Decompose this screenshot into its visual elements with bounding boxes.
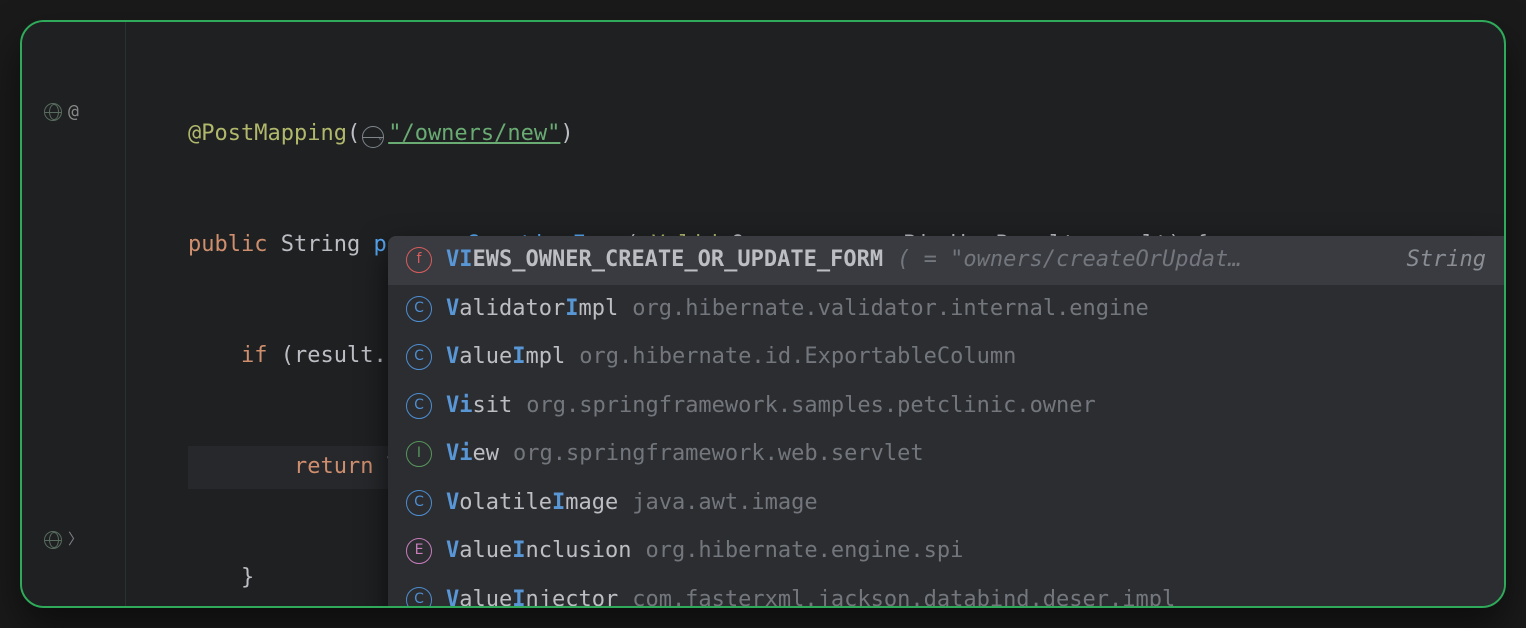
annotation: @PostMapping (188, 117, 347, 151)
item-name: ValueInjector (446, 583, 618, 608)
gutter-marker-row1[interactable]: @ (44, 98, 79, 126)
enum-icon: E (406, 538, 432, 564)
item-name: VIEWS_OWNER_CREATE_OR_UPDATE_FORM (446, 243, 883, 277)
autocomplete-popup[interactable]: f VIEWS_OWNER_CREATE_OR_UPDATE_FORM ( = … (388, 236, 1504, 608)
autocomplete-item[interactable]: C ValueImpl org.hibernate.id.ExportableC… (388, 333, 1504, 382)
class-icon: C (406, 344, 432, 370)
item-detail: org.hibernate.id.ExportableColumn (579, 340, 1486, 374)
gutter-marker-row2[interactable]: 〉 (44, 528, 83, 551)
autocomplete-item[interactable]: f VIEWS_OWNER_CREATE_OR_UPDATE_FORM ( = … (388, 236, 1504, 285)
autocomplete-item[interactable]: C ValidatorImpl org.hibernate.validator.… (388, 285, 1504, 334)
item-name: VolatileImage (446, 486, 618, 520)
gutter: @ 〉 (22, 22, 126, 606)
item-type: String (1387, 243, 1486, 277)
item-name: ValueInclusion (446, 534, 631, 568)
item-detail: org.hibernate.validator.internal.engine (632, 292, 1486, 326)
item-detail: com.fasterxml.jackson.databind.deser.imp… (632, 583, 1486, 608)
autocomplete-item[interactable]: I View org.springframework.web.servlet (388, 430, 1504, 479)
field-icon: f (406, 247, 432, 273)
item-detail: ( = "owners/createOrUpdat… (897, 243, 1372, 277)
class-icon: C (406, 296, 432, 322)
string-literal: "/owners/new" (388, 117, 560, 151)
chevron-right-icon: 〉 (68, 528, 83, 551)
item-detail: org.hibernate.engine.spi (645, 534, 1486, 568)
item-name: View (446, 437, 499, 471)
editor-window: @ 〉 @PostMapping(⌄"/owners/new") public … (20, 20, 1506, 608)
code-line: @PostMapping(⌄"/owners/new") (188, 112, 1504, 155)
interface-icon: I (406, 441, 432, 467)
item-name: ValueImpl (446, 340, 565, 374)
web-endpoint-icon (44, 103, 62, 121)
chevron-down-icon: ⌄ (377, 129, 383, 145)
item-name: ValidatorImpl (446, 292, 618, 326)
autocomplete-item[interactable]: C ValueInjector com.fasterxml.jackson.da… (388, 576, 1504, 609)
globe-icon[interactable]: ⌄ (362, 126, 384, 148)
class-icon: C (406, 393, 432, 419)
web-endpoint-icon (44, 531, 62, 549)
autocomplete-item[interactable]: E ValueInclusion org.hibernate.engine.sp… (388, 527, 1504, 576)
item-detail: org.springframework.web.servlet (513, 437, 1486, 471)
item-detail: java.awt.image (632, 486, 1486, 520)
autocomplete-item[interactable]: C Visit org.springframework.samples.petc… (388, 382, 1504, 431)
item-name: Visit (446, 389, 512, 423)
annotation-icon: @ (68, 98, 79, 126)
autocomplete-item[interactable]: C VolatileImage java.awt.image (388, 479, 1504, 528)
item-detail: org.springframework.samples.petclinic.ow… (526, 389, 1486, 423)
class-icon: C (406, 587, 432, 608)
class-icon: C (406, 490, 432, 516)
